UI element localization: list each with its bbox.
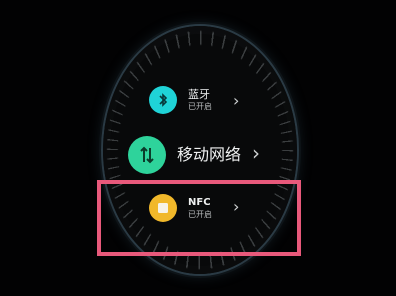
bluetooth-title: 蓝牙	[188, 88, 210, 101]
highlight-box	[97, 180, 301, 256]
list-item-bluetooth[interactable]: 蓝牙 已开启	[149, 86, 212, 114]
mobile-network-title: 移动网络	[177, 145, 242, 164]
list-item-mobile-network[interactable]: 移动网络	[128, 136, 241, 174]
chevron-right-icon: ›	[233, 91, 240, 110]
chevron-right-icon: ›	[252, 141, 260, 165]
mobile-network-icon	[128, 136, 166, 174]
bluetooth-status: 已开启	[188, 102, 212, 111]
bluetooth-icon	[149, 86, 177, 114]
